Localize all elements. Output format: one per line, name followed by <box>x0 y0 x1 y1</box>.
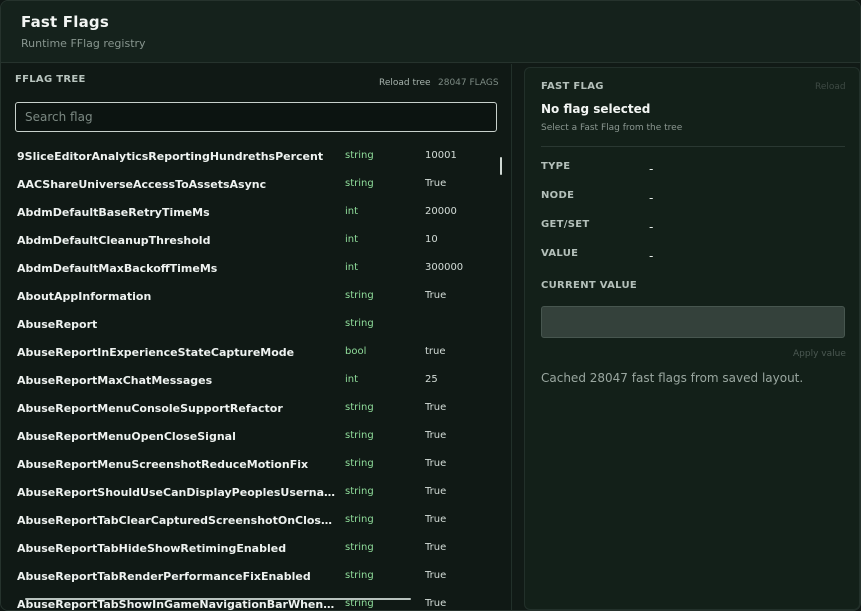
flag-row[interactable]: AbdmDefaultCleanupThreshold int 10 <box>1 228 501 256</box>
fflag-tree-panel: FFLAG TREE Reload tree 28047 FLAGS 9Slic… <box>1 64 512 610</box>
flag-name: AbuseReportTabHideShowRetimingEnabled <box>17 542 287 555</box>
flag-name: AbuseReportInExperienceStateCaptureMode <box>17 346 295 359</box>
flag-type: string <box>345 514 374 525</box>
flag-type: int <box>345 206 359 217</box>
flag-name: AbdmDefaultBaseRetryTimeMs <box>17 206 210 219</box>
flag-row[interactable]: AbdmDefaultMaxBackoffTimeMs int 300000 <box>1 256 501 284</box>
flag-count-badge: 28047 FLAGS <box>438 78 499 88</box>
flag-row[interactable]: AboutAppInformation string True <box>1 284 501 312</box>
flag-value: True <box>425 570 447 581</box>
flag-type: bool <box>345 346 367 357</box>
reload-tree-button[interactable]: Reload tree <box>379 78 431 88</box>
current-value-label: CURRENT VALUE <box>541 280 638 291</box>
flag-name: AACShareUniverseAccessToAssetsAsync <box>17 178 267 191</box>
flag-row[interactable]: AbuseReportMenuConsoleSupportRefactor st… <box>1 396 501 424</box>
flag-name: AbuseReportShouldUseCanDisplayPeoplesUse… <box>17 486 337 499</box>
flag-type: int <box>345 262 359 273</box>
flag-type: string <box>345 150 374 161</box>
flag-name: AbuseReportMenuScreenshotReduceMotionFix <box>17 458 309 471</box>
current-value-input[interactable] <box>541 306 845 338</box>
flag-row[interactable]: 9SliceEditorAnalyticsReportingHundrethsP… <box>1 144 501 172</box>
flag-value: 10 <box>425 234 438 245</box>
flag-name: AbuseReportTabRenderPerformanceFixEnable… <box>17 570 311 583</box>
prop-value-getset: - <box>649 220 654 234</box>
flag-type: int <box>345 374 359 385</box>
flag-value: 10001 <box>425 150 457 161</box>
flag-type: string <box>345 290 374 301</box>
fast-flag-detail-panel: FAST FLAG Reload No flag selected Select… <box>524 67 860 610</box>
search-input[interactable] <box>16 103 496 131</box>
search-box <box>15 102 497 132</box>
detail-title: FAST FLAG <box>541 81 604 92</box>
flag-name: AbdmDefaultMaxBackoffTimeMs <box>17 262 218 275</box>
flag-type: string <box>345 430 374 441</box>
flag-row[interactable]: AbuseReportInExperienceStateCaptureMode … <box>1 340 501 368</box>
selection-hint: Select a Fast Flag from the tree <box>541 123 683 133</box>
flag-value: True <box>425 430 447 441</box>
vertical-scrollbar[interactable] <box>500 157 502 175</box>
flag-type: string <box>345 402 374 413</box>
page-title: Fast Flags <box>21 13 109 31</box>
flag-value: True <box>425 598 447 609</box>
flag-name: AboutAppInformation <box>17 290 152 303</box>
flag-value: True <box>425 486 447 497</box>
flag-type: string <box>345 570 374 581</box>
flag-value: True <box>425 514 447 525</box>
flag-value: True <box>425 458 447 469</box>
flag-value: 20000 <box>425 206 457 217</box>
flag-list: 9SliceEditorAnalyticsReportingHundrethsP… <box>1 144 501 610</box>
flag-value: 300000 <box>425 262 464 273</box>
prop-value-node: - <box>649 191 654 205</box>
prop-value-value: - <box>649 249 654 263</box>
flag-row[interactable]: AbuseReportMenuScreenshotReduceMotionFix… <box>1 452 501 480</box>
flag-name: AbdmDefaultCleanupThreshold <box>17 234 211 247</box>
flag-type: int <box>345 234 359 245</box>
prop-value-type: - <box>649 162 654 176</box>
flag-name: AbuseReport <box>17 318 98 331</box>
flag-value: True <box>425 542 447 553</box>
flag-row[interactable]: AbdmDefaultBaseRetryTimeMs int 20000 <box>1 200 501 228</box>
flag-name: AbuseReportMenuOpenCloseSignal <box>17 430 236 443</box>
apply-value-button[interactable]: Apply value <box>793 349 846 359</box>
flag-name: AbuseReportTabClearCapturedScreenshotOnC… <box>17 514 337 527</box>
flag-row[interactable]: AbuseReportTabClearCapturedScreenshotOnC… <box>1 508 501 536</box>
window-header: Fast Flags Runtime FFlag registry <box>1 1 860 63</box>
flag-type: string <box>345 542 374 553</box>
flag-row[interactable]: AACShareUniverseAccessToAssetsAsync stri… <box>1 172 501 200</box>
divider <box>541 146 845 147</box>
reload-flag-button[interactable]: Reload <box>815 82 846 92</box>
flag-value: 25 <box>425 374 438 385</box>
flag-type: string <box>345 318 374 329</box>
flag-row[interactable]: AbuseReportTabShowInGameNavigationBarWhe… <box>1 592 501 610</box>
selected-flag-title: No flag selected <box>541 102 651 116</box>
flag-value: True <box>425 178 447 189</box>
flag-value: True <box>425 290 447 301</box>
horizontal-scrollbar[interactable] <box>25 598 411 600</box>
flag-name: AbuseReportMenuConsoleSupportRefactor <box>17 402 283 415</box>
flag-value: true <box>425 346 446 357</box>
flag-row[interactable]: AbuseReportTabRenderPerformanceFixEnable… <box>1 564 501 592</box>
prop-label-getset: GET/SET <box>541 219 590 230</box>
prop-label-value: VALUE <box>541 248 579 259</box>
prop-label-node: NODE <box>541 190 575 201</box>
flag-row[interactable]: AbuseReportMaxChatMessages int 25 <box>1 368 501 396</box>
flag-row[interactable]: AbuseReportMenuOpenCloseSignal string Tr… <box>1 424 501 452</box>
flag-row[interactable]: AbuseReportShouldUseCanDisplayPeoplesUse… <box>1 480 501 508</box>
flag-value: True <box>425 402 447 413</box>
tree-title: FFLAG TREE <box>15 74 86 85</box>
flag-row[interactable]: AbuseReport string <box>1 312 501 340</box>
status-message: Cached 28047 fast flags from saved layou… <box>541 371 804 385</box>
flag-name: 9SliceEditorAnalyticsReportingHundrethsP… <box>17 150 324 163</box>
flag-type: string <box>345 458 374 469</box>
flag-row[interactable]: AbuseReportTabHideShowRetimingEnabled st… <box>1 536 501 564</box>
page-subtitle: Runtime FFlag registry <box>21 37 146 50</box>
flag-name: AbuseReportMaxChatMessages <box>17 374 213 387</box>
flag-type: string <box>345 178 374 189</box>
flag-type: string <box>345 486 374 497</box>
fast-flags-window: Fast Flags Runtime FFlag registry FFLAG … <box>0 0 861 611</box>
prop-label-type: TYPE <box>541 161 571 172</box>
